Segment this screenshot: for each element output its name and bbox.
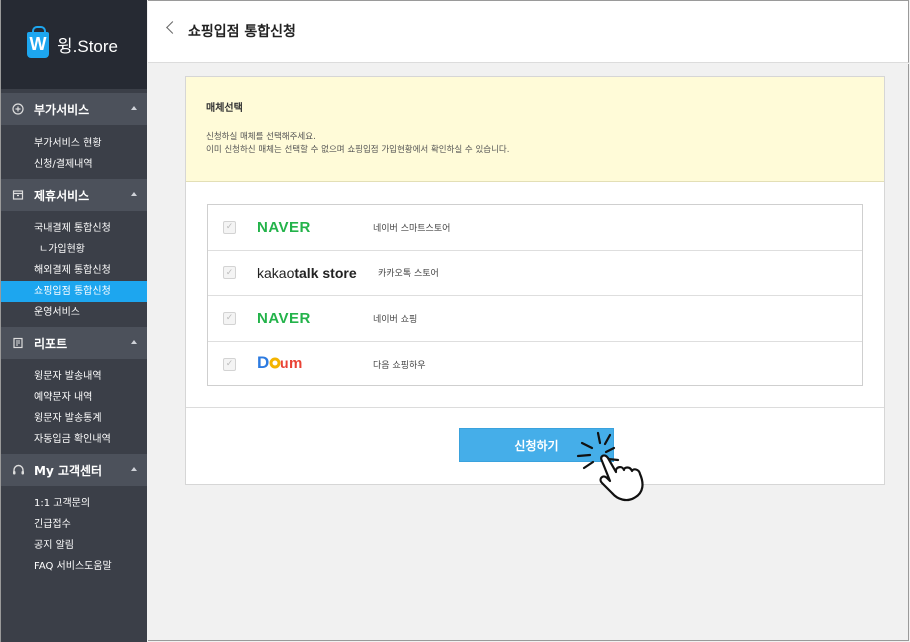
caret-up-icon[interactable] (131, 192, 137, 196)
media-checkbox[interactable]: ✓ (223, 311, 236, 325)
media-label: 카카오톡 스토어 (378, 269, 439, 280)
sidebar: W 윙.Store 부가서비스 부가서비스 현황 신청/결제내역 제휴서비스 국… (0, 0, 147, 642)
notice-line: 신청하실 매체를 선택해주세요. (206, 132, 316, 142)
sidebar-item[interactable]: 긴급접수 (1, 514, 147, 535)
sidebar-section-report[interactable]: 리포트 (1, 327, 147, 359)
sidebar-item[interactable]: 신청/결제내역 (1, 154, 147, 175)
daum-logo: D u m (257, 353, 305, 375)
media-label: 네이버 쇼핑 (373, 314, 418, 325)
sidebar-item[interactable]: 부가서비스 현황 (1, 133, 147, 154)
sidebar-section-partner[interactable]: 제휴서비스 (1, 179, 147, 211)
svg-text:m: m (289, 355, 302, 371)
sidebar-item[interactable]: 국내결제 통합신청 (1, 218, 147, 239)
notice-title: 매체선택 (206, 103, 243, 114)
notice-line: 이미 신청하신 매체는 선택할 수 없으며 쇼핑입점 가입현황에서 확인하실 수… (206, 145, 510, 155)
sidebar-item[interactable]: ㄴ가입현황 (1, 239, 147, 260)
sidebar-section-items: 1:1 고객문의 긴급접수 공지 알림 FAQ 서비스도움말 (1, 486, 147, 581)
logo-letter: W (29, 34, 47, 54)
daum-logo-icon: D u m (257, 353, 303, 372)
sidebar-section-title: 부가서비스 (34, 102, 90, 117)
talkstore-logo-part: talk store (294, 264, 357, 281)
sidebar-item[interactable]: 공지 알림 (1, 535, 147, 556)
notice-text: 신청하실 매체를 선택해주세요. 이미 신청하신 매체는 선택할 수 없으며 쇼… (206, 131, 884, 157)
media-row-naver-shopping[interactable]: ✓ NAVER 네이버 쇼핑 (208, 296, 862, 342)
sidebar-section-items: 윙문자 발송내역 예약문자 내역 윙문자 발송통계 자동입금 확인내역 (1, 359, 147, 454)
sidebar-item[interactable]: FAQ 서비스도움말 (1, 556, 147, 577)
click-hand-icon (576, 431, 644, 502)
divider (186, 407, 884, 408)
logo[interactable]: W 윙.Store (1, 0, 147, 89)
svg-text:D: D (257, 353, 269, 371)
page-title: 쇼핑입점 통합신청 (188, 24, 296, 40)
sidebar-section-title: My 고객센터 (34, 463, 103, 478)
caret-up-icon[interactable] (131, 106, 137, 110)
naver-logo: NAVER (257, 309, 311, 327)
sidebar-section-items: 부가서비스 현황 신청/결제내역 (1, 125, 147, 179)
media-row-daum-shoppinghow[interactable]: ✓ D u m 다음 쇼핑하우 (208, 342, 862, 388)
caret-up-icon[interactable] (131, 340, 137, 344)
media-checkbox[interactable]: ✓ (223, 220, 236, 234)
notice-box: 매체선택 신청하실 매체를 선택해주세요. 이미 신청하신 매체는 선택할 수 … (186, 77, 884, 182)
report-icon (11, 336, 25, 350)
sidebar-section-items: 국내결제 통합신청 ㄴ가입현황 해외결제 통합신청 쇼핑입점 통합신청 운영서비… (1, 211, 147, 327)
plus-circle-icon (11, 102, 25, 116)
svg-text:u: u (280, 355, 288, 371)
media-row-naver-smartstore[interactable]: ✓ NAVER 네이버 스마트스토어 (208, 205, 862, 251)
box-icon (11, 188, 25, 202)
sidebar-section-support[interactable]: My 고객센터 (1, 454, 147, 486)
media-label: 다음 쇼핑하우 (373, 360, 426, 371)
sidebar-item[interactable]: 예약문자 내역 (1, 387, 147, 408)
back-chevron-icon[interactable] (166, 21, 179, 34)
kakaotalk-store-logo: kakaotalk store (257, 265, 357, 281)
media-label: 네이버 스마트스토어 (373, 223, 451, 234)
logo-text: 윙.Store (57, 37, 118, 56)
sidebar-item[interactable]: 윙문자 발송통계 (1, 408, 147, 429)
kakao-logo-part: kakao (257, 264, 295, 281)
sidebar-section-title: 제휴서비스 (34, 188, 90, 203)
media-checkbox[interactable]: ✓ (223, 266, 236, 280)
media-select-panel: 매체선택 신청하실 매체를 선택해주세요. 이미 신청하신 매체는 선택할 수 … (185, 76, 885, 485)
media-checkbox[interactable]: ✓ (223, 357, 236, 371)
media-row-kakaotalk-store[interactable]: ✓ kakaotalk store 카카오톡 스토어 (208, 251, 862, 296)
caret-up-icon[interactable] (131, 467, 137, 471)
sidebar-item[interactable]: 운영서비스 (1, 302, 147, 323)
headset-icon (11, 463, 25, 477)
media-list: ✓ NAVER 네이버 스마트스토어 ✓ kakaotalk store 카카오… (207, 204, 863, 386)
naver-logo: NAVER (257, 218, 311, 236)
sidebar-section-addon[interactable]: 부가서비스 (1, 93, 147, 125)
page-header: 쇼핑입점 통합신청 (148, 0, 909, 63)
sidebar-item[interactable]: 1:1 고객문의 (1, 493, 147, 514)
shopping-bag-logo-icon: W (27, 25, 49, 58)
sidebar-item[interactable]: 자동입금 확인내역 (1, 429, 147, 450)
sidebar-item-active[interactable]: 쇼핑입점 통합신청 (1, 281, 147, 302)
sidebar-section-title: 리포트 (34, 336, 68, 351)
sidebar-item[interactable]: 해외결제 통합신청 (1, 260, 147, 281)
sidebar-item[interactable]: 윙문자 발송내역 (1, 366, 147, 387)
main-content: 매체선택 신청하실 매체를 선택해주세요. 이미 신청하신 매체는 선택할 수 … (148, 64, 909, 641)
